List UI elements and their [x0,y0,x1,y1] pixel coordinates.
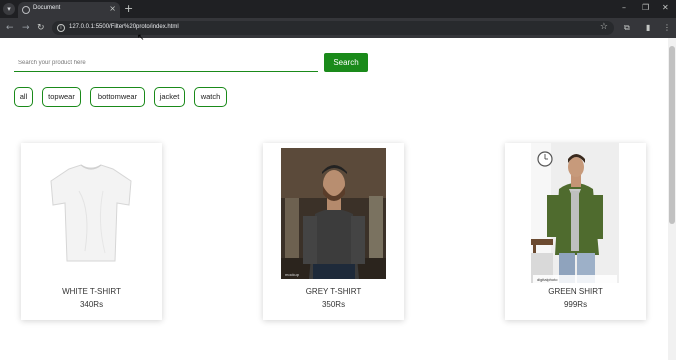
filter-all-button[interactable]: all [14,87,33,107]
menu-icon[interactable]: ⋮ [663,22,671,34]
page-scrollbar[interactable] [668,38,676,360]
filter-watch-button[interactable]: watch [194,87,227,107]
profile-icon[interactable]: ▮ [646,22,650,34]
back-icon[interactable]: ← [6,22,14,34]
minimize-icon[interactable]: – [622,3,626,12]
svg-text:digitalphoto: digitalphoto [537,277,558,282]
browser-tab-bar: ▾ Document × + – ❐ ✕ [0,0,676,18]
extensions-icon[interactable]: ⧉ [624,22,630,34]
green-shirt-image: digitalphoto [531,143,619,283]
filter-topwear-button[interactable]: topwear [42,87,81,107]
product-name: WHITE T-SHIRT [62,287,121,296]
tab-title: Document [33,5,61,11]
grey-tshirt-image: mockup [281,148,386,279]
browser-tab[interactable]: Document × [18,2,120,18]
maximize-icon[interactable]: ❐ [642,3,649,12]
reload-icon[interactable]: ↻ [37,22,45,34]
white-tshirt-image [39,161,143,265]
url-text[interactable]: 127.0.0.1:5500/Filter%20proto/index.html [69,24,179,30]
site-info-icon[interactable]: i [57,24,65,32]
browser-toolbar: ← → ↻ i 127.0.0.1:5500/Filter%20proto/in… [0,18,676,38]
product-price: 350Rs [321,300,346,309]
forward-icon[interactable]: → [22,22,30,34]
search-button[interactable]: Search [324,53,368,72]
svg-text:mockup: mockup [285,272,300,277]
filter-bottomwear-button[interactable]: bottomwear [90,87,145,107]
product-card[interactable]: mockup GREY T-SHIRT 350Rs [263,143,404,320]
globe-icon [22,6,30,14]
product-name: GREEN SHIRT [548,287,603,296]
search-input[interactable] [14,54,318,72]
product-price: 999Rs [563,300,588,309]
tab-list-icon[interactable]: ▾ [3,3,15,15]
product-name: GREY T-SHIRT [305,287,362,296]
product-card[interactable]: WHITE T-SHIRT 340Rs [21,143,162,320]
filter-jacket-button[interactable]: jacket [154,87,185,107]
new-tab-icon[interactable]: + [124,2,133,16]
close-window-icon[interactable]: ✕ [662,3,669,12]
scrollbar-thumb[interactable] [669,46,675,224]
mouse-cursor-icon: ↖ [137,33,145,43]
bookmark-star-icon[interactable]: ☆ [600,22,608,32]
product-price: 340Rs [79,300,104,309]
product-card[interactable]: digitalphoto GREEN SHIRT 999Rs [505,143,646,320]
close-tab-icon[interactable]: × [109,4,116,13]
